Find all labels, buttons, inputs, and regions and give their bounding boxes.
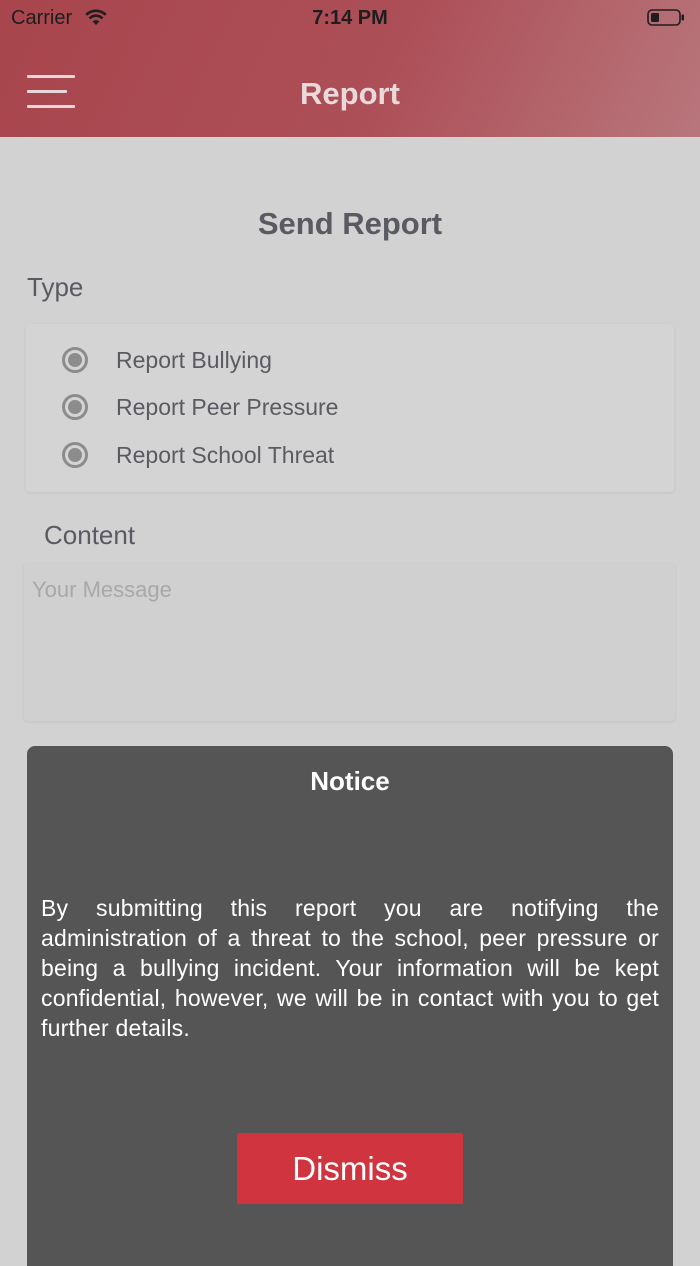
radio-report-bullying[interactable]: Report Bullying <box>62 342 272 378</box>
dismiss-button[interactable]: Dismiss <box>237 1133 463 1204</box>
notice-body: By submitting this report you are notify… <box>41 895 659 1041</box>
radio-button-icon[interactable] <box>62 394 88 420</box>
message-box <box>24 563 675 721</box>
message-input[interactable] <box>24 563 675 721</box>
status-time: 7:14 PM <box>312 7 388 29</box>
battery-icon <box>647 9 684 26</box>
radio-button-icon[interactable] <box>62 347 88 373</box>
content-label: Content <box>44 520 136 550</box>
radio-report-peer-pressure[interactable]: Report Peer Pressure <box>62 389 338 425</box>
page-title: Send Report <box>257 206 443 241</box>
report-type-card: Report Bullying Report Peer Pressure Rep… <box>26 324 674 492</box>
radio-report-school-threat[interactable]: Report School Threat <box>62 437 334 473</box>
radio-label: Report School Threat <box>116 441 335 468</box>
radio-label: Report Peer Pressure <box>116 393 339 420</box>
header-title: Report <box>300 76 400 111</box>
type-label: Type <box>27 272 84 302</box>
notice-title: Notice <box>310 766 390 796</box>
status-bar: Carrier 7:14 PM <box>0 0 700 36</box>
notice-dialog: Notice By submitting this report you are… <box>27 746 673 1266</box>
radio-label: Report Bullying <box>116 346 272 373</box>
radio-button-icon[interactable] <box>62 442 88 468</box>
